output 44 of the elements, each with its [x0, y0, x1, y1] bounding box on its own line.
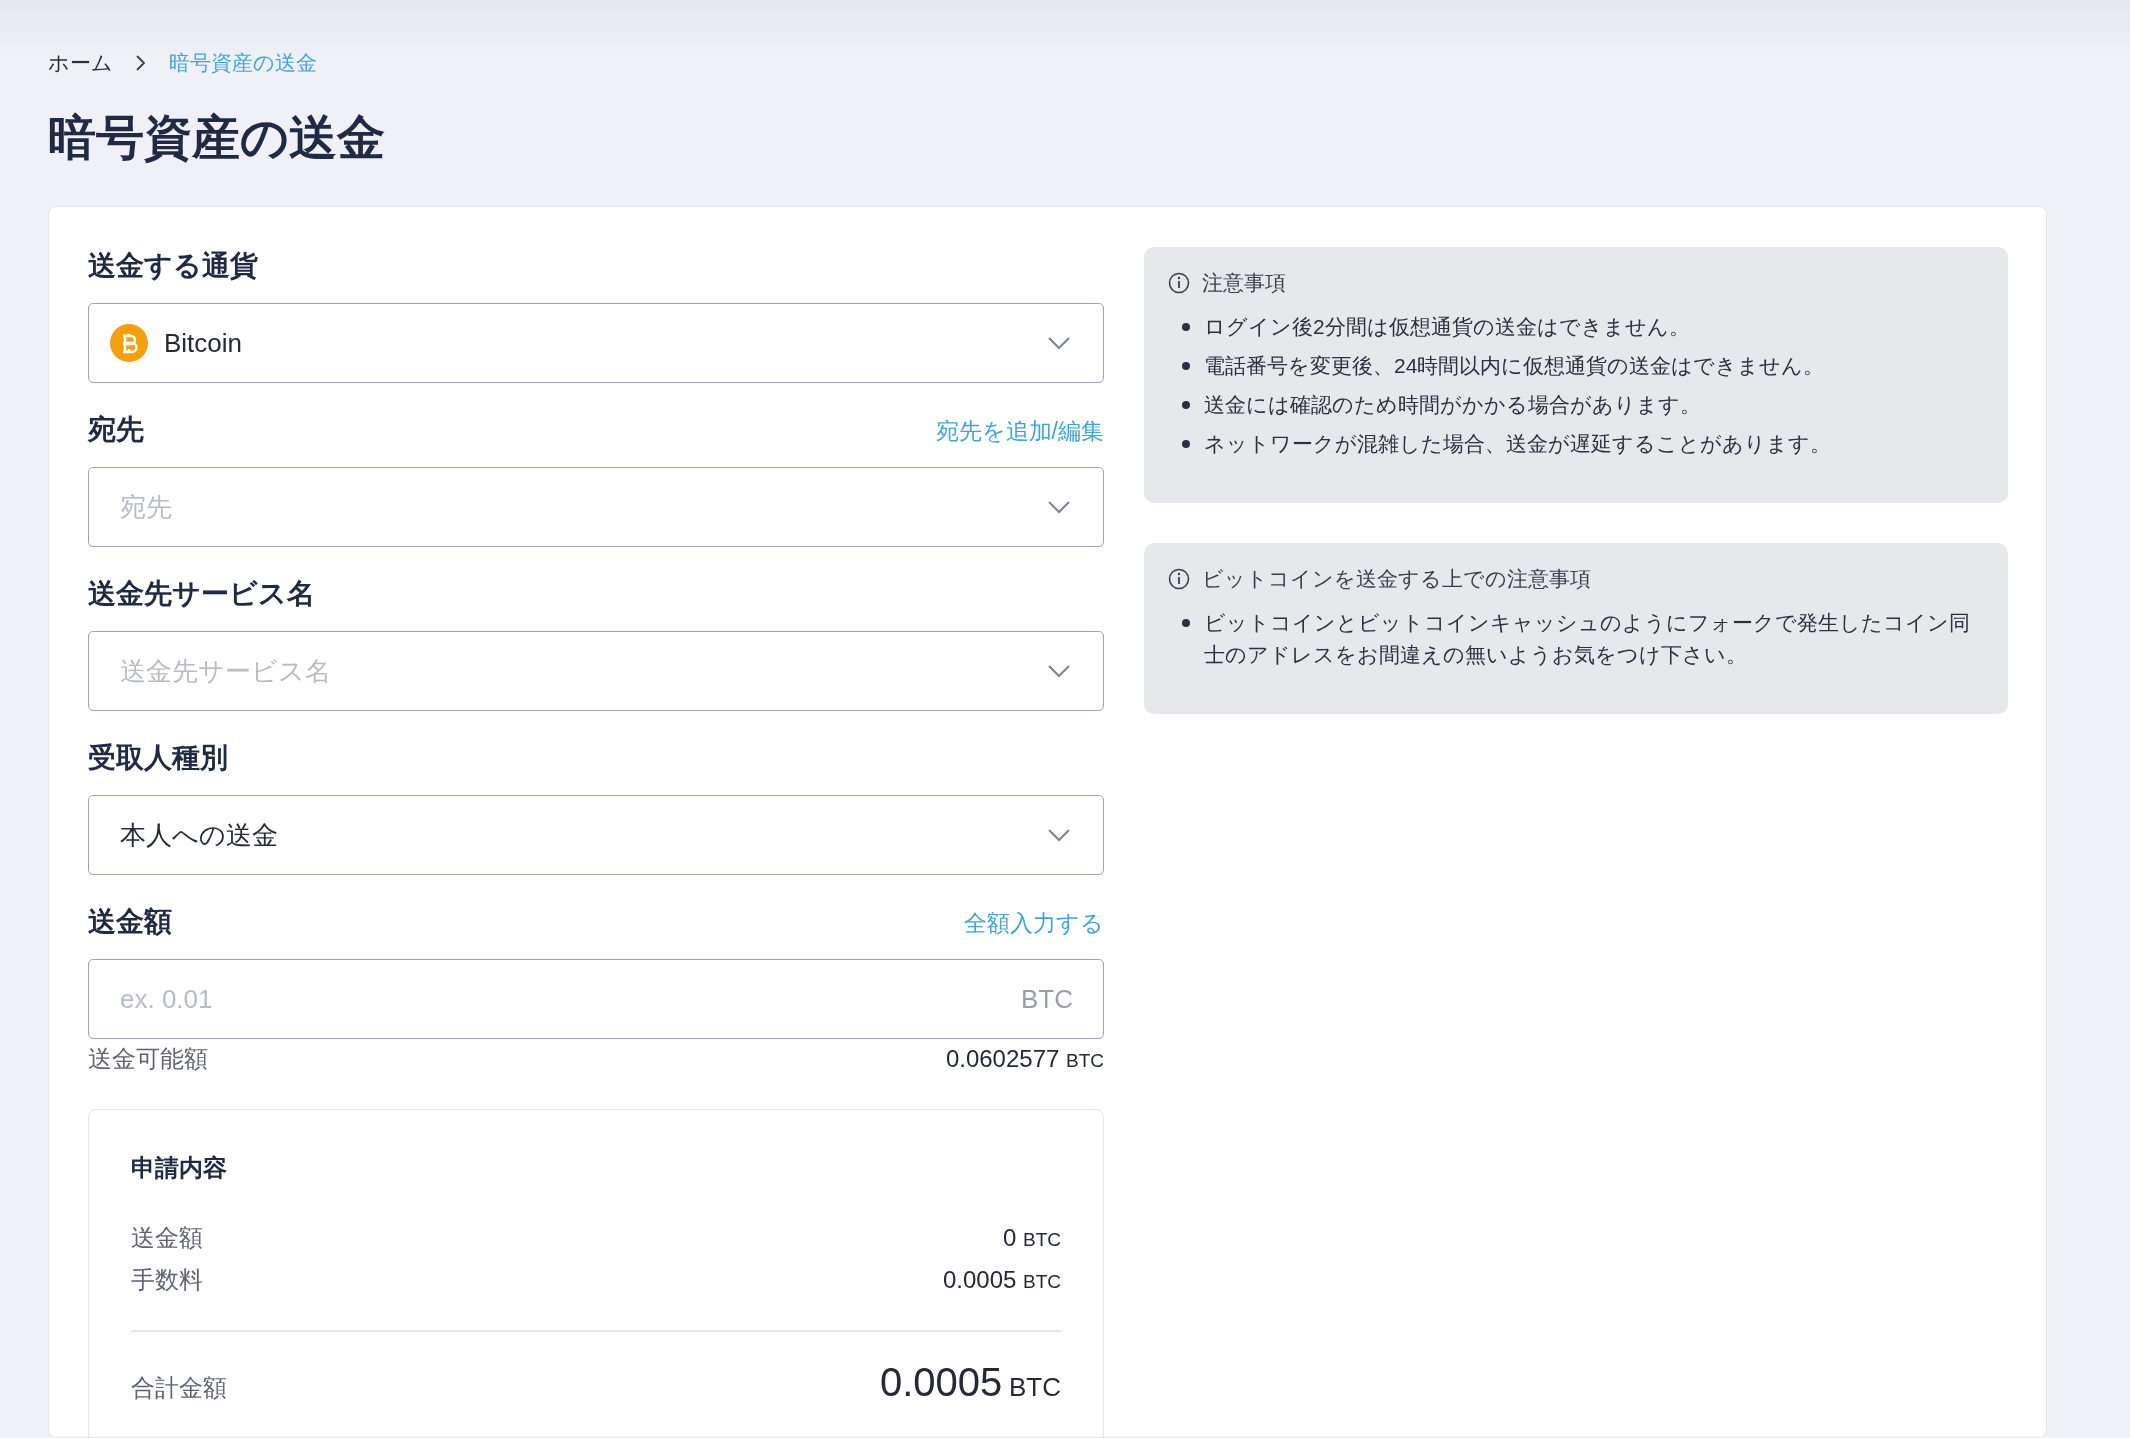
field-label: 送金額	[88, 905, 172, 939]
summary-amount: 0.0005 BTC	[942, 1266, 1061, 1294]
available-amount: 0.0602577 BTC	[945, 1045, 1104, 1073]
bullet-icon	[1182, 440, 1190, 448]
bullet-icon	[1182, 362, 1190, 370]
field-link[interactable]: 全額入力する	[964, 908, 1104, 939]
notice-title: ビットコインを送金する上での注意事項	[1202, 566, 1591, 592]
select-field[interactable]: 宛先	[88, 467, 1104, 547]
field-label: 受取人種別	[88, 741, 228, 775]
field-label: 送金する通貨	[88, 249, 258, 283]
select-field[interactable]: 本人への送金	[88, 795, 1104, 875]
field-label: 宛先	[88, 413, 144, 447]
notice-item: ネットワークが混雑した場合、送金が遅延することがあります。	[1204, 431, 1831, 457]
chevron-down-icon	[1047, 828, 1071, 842]
summary-amount: 0.0005 BTC	[880, 1360, 1061, 1405]
chevron-right-icon	[135, 54, 147, 72]
chevron-down-icon	[1047, 500, 1071, 514]
summary-amount: 0 BTC	[1002, 1224, 1061, 1252]
notice-item: ログイン後2分間は仮想通貨の送金はできません。	[1204, 314, 1690, 340]
notice-item: 電話番号を変更後、24時間以内に仮想通貨の送金はできません。	[1204, 353, 1825, 379]
bitcoin-icon	[110, 324, 148, 362]
bullet-icon	[1182, 401, 1190, 409]
chevron-down-icon	[1047, 336, 1071, 350]
select-field[interactable]: Bitcoin	[88, 303, 1104, 383]
notice-item: 送金には確認のため時間がかかる場合があります。	[1204, 392, 1701, 418]
field-link[interactable]: 宛先を追加/編集	[935, 416, 1104, 447]
summary-label: 送金額	[131, 1223, 203, 1253]
summary-label: 合計金額	[131, 1373, 227, 1403]
bullet-icon	[1182, 323, 1190, 331]
select-field[interactable]: 送金先サービス名	[88, 631, 1104, 711]
notice-title: 注意事項	[1202, 270, 1286, 296]
unit-label: BTC	[1021, 983, 1073, 1015]
info-icon	[1168, 272, 1190, 294]
bullet-icon	[1182, 619, 1190, 627]
breadcrumb-current: 暗号資産の送金	[169, 50, 317, 76]
notice-item: ビットコインとビットコインキャッシュのようにフォークで発生したコイン同士のアドレスをお間違えの無いようお気をつけ下さい。	[1204, 610, 1971, 668]
summary-label: 手数料	[131, 1265, 203, 1295]
breadcrumb-link[interactable]: ホーム	[48, 49, 113, 77]
summary-title: 申請内容	[131, 1153, 228, 1183]
page-title: 暗号資産の送金	[48, 110, 386, 166]
field-label: 送金先サービス名	[88, 577, 315, 611]
info-icon	[1168, 568, 1190, 590]
chevron-down-icon	[1047, 664, 1071, 678]
available-label: 送金可能額	[88, 1044, 208, 1074]
